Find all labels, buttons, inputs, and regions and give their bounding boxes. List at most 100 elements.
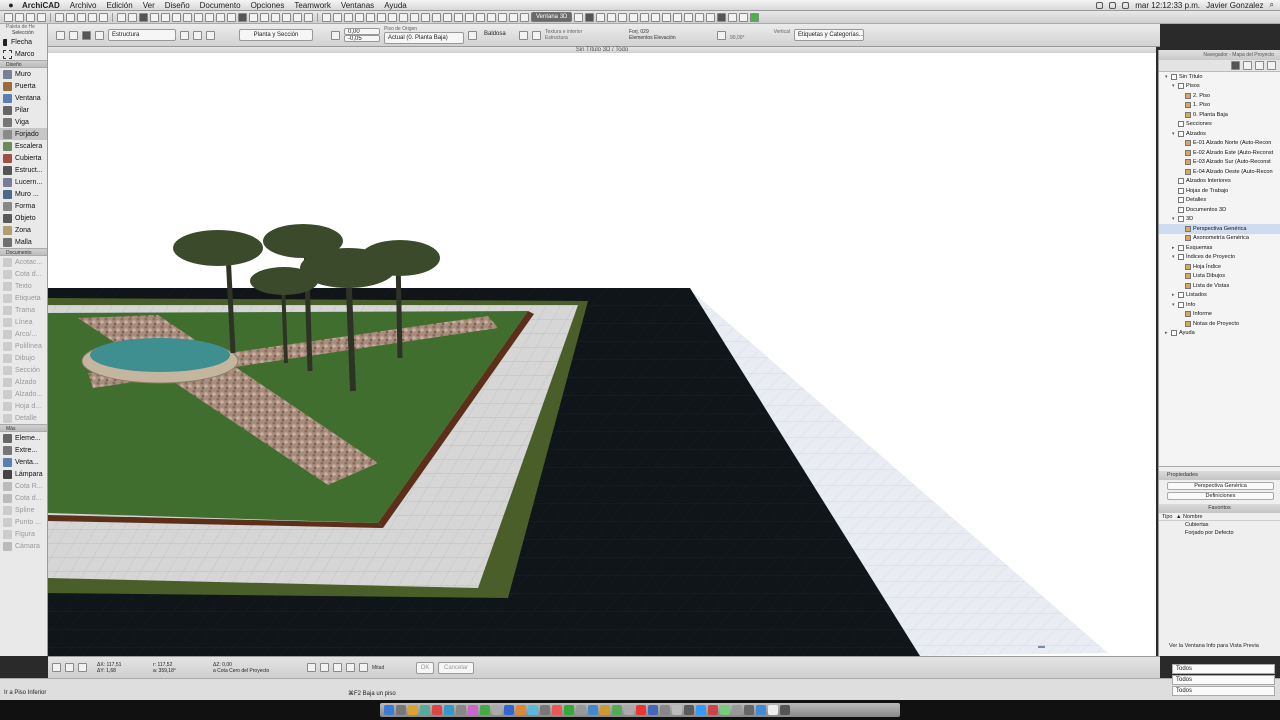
tree-item[interactable]: Lista de Vistas	[1159, 281, 1280, 291]
dock-app-icon[interactable]	[612, 705, 622, 715]
tree-item[interactable]: Lista Dibujos	[1159, 272, 1280, 282]
dock-app-icon[interactable]	[492, 705, 502, 715]
angle-icon[interactable]	[333, 663, 342, 672]
view-name-field[interactable]: Perspectiva Genérica	[1167, 482, 1274, 490]
stretch-icon[interactable]	[293, 12, 302, 22]
dock-app-icon[interactable]	[408, 705, 418, 715]
floor-plan-section-button[interactable]: Planta y Sección	[239, 29, 313, 41]
tool-eleme[interactable]: Eleme...	[0, 432, 47, 444]
tool-muro[interactable]: Muro ...	[0, 188, 47, 200]
shading-icon[interactable]	[574, 12, 584, 22]
fit-icon[interactable]	[366, 12, 375, 22]
tree-item[interactable]: ▸ Ayuda	[1159, 329, 1280, 339]
marquee-icon[interactable]	[150, 12, 159, 22]
menu-edicion[interactable]: Edición	[106, 1, 132, 10]
tool-etiqueta[interactable]: Etiqueta	[0, 292, 47, 304]
walk-icon[interactable]	[454, 12, 463, 22]
tool-dibujo[interactable]: Dibujo	[0, 352, 47, 364]
clock[interactable]: mar 12:12:33 p.m.	[1135, 1, 1200, 10]
definitions-button[interactable]: Definiciones	[1167, 492, 1274, 500]
tree-item[interactable]: ▾ Info	[1159, 300, 1280, 310]
cancel-button[interactable]: Cancelar	[438, 661, 474, 674]
layer-icon[interactable]	[183, 12, 192, 22]
tool-estruct[interactable]: Estruct...	[0, 164, 47, 176]
dock-app-icon[interactable]	[396, 705, 406, 715]
fly-icon[interactable]	[640, 12, 650, 22]
zoom-out-icon[interactable]	[355, 12, 364, 22]
fill-grid-icon[interactable]	[519, 30, 528, 40]
gravity-icon[interactable]	[227, 12, 236, 22]
find-icon[interactable]	[509, 12, 518, 22]
dock-app-icon[interactable]	[552, 705, 562, 715]
ok-button[interactable]: OK	[416, 661, 434, 674]
view-3d-button[interactable]: Ventana 3D	[531, 12, 573, 22]
menu-ver[interactable]: Ver	[143, 1, 155, 10]
dock-app-icon[interactable]	[672, 705, 682, 715]
tree-item[interactable]: ▾ 3D	[1159, 215, 1280, 225]
3d-scene[interactable]: ▬	[48, 53, 1156, 656]
tree-item[interactable]: 0. Planta Baja	[1159, 110, 1280, 120]
tool-acotac[interactable]: Acotac...	[0, 256, 47, 268]
filter-field[interactable]: Todos	[1172, 664, 1275, 674]
dock-app-icon[interactable]	[768, 705, 778, 715]
tree-item[interactable]: Documentos 3D	[1159, 205, 1280, 215]
filter-icon[interactable]	[662, 12, 672, 22]
properties-header[interactable]: Propiedades	[1159, 471, 1280, 480]
user-name[interactable]: Javier Gonzalez	[1206, 1, 1263, 10]
hidden-line-icon[interactable]	[596, 12, 606, 22]
look-icon[interactable]	[651, 12, 661, 22]
tree-item[interactable]: E-02 Alzado Este (Auto-Reconst	[1159, 148, 1280, 158]
mirror-icon[interactable]	[282, 12, 291, 22]
dock-app-icon[interactable]	[708, 705, 718, 715]
a-value[interactable]: a: 359,18°	[153, 668, 209, 674]
floor-down-icon[interactable]	[333, 12, 342, 22]
wifi-icon[interactable]	[1096, 1, 1104, 9]
globe-icon[interactable]	[465, 12, 474, 22]
favorite-item[interactable]: Forjado por Defecto	[1159, 529, 1280, 537]
snap-icon[interactable]	[65, 663, 74, 672]
lock-icon[interactable]	[172, 12, 181, 22]
dock-app-icon[interactable]	[588, 705, 598, 715]
tool-trama[interactable]: Trama	[0, 304, 47, 316]
grid-icon[interactable]	[78, 663, 87, 672]
tool-ventana[interactable]: Ventana	[0, 92, 47, 104]
tool-cubierta[interactable]: Cubierta	[0, 152, 47, 164]
dock-app-icon[interactable]	[696, 705, 706, 715]
thickness-field[interactable]: 0,00	[344, 28, 380, 35]
home-icon[interactable]	[520, 12, 529, 22]
movie-icon[interactable]	[728, 12, 738, 22]
cutaway-icon[interactable]	[618, 12, 628, 22]
group-icon[interactable]	[161, 12, 170, 22]
publish-icon[interactable]	[487, 12, 496, 22]
undo-icon[interactable]	[88, 12, 97, 22]
angle-value[interactable]: 90,00°	[730, 35, 790, 41]
menu-documento[interactable]: Documento	[200, 1, 241, 10]
distribute-icon[interactable]	[260, 12, 269, 22]
dock-app-icon[interactable]	[480, 705, 490, 715]
green-arrow-icon[interactable]	[750, 12, 760, 22]
tool-venta[interactable]: Venta...	[0, 456, 47, 468]
tool-cota-d[interactable]: Cota d...	[0, 492, 47, 504]
axis-icon[interactable]	[695, 12, 705, 22]
tool-polilínea[interactable]: Polilínea	[0, 340, 47, 352]
tool-texto[interactable]: Texto	[0, 280, 47, 292]
pen-icon[interactable]	[180, 30, 189, 40]
section-icon[interactable]	[399, 12, 408, 22]
explore-icon[interactable]	[629, 12, 639, 22]
tree-item[interactable]: ▾ Índices de Proyecto	[1159, 253, 1280, 263]
dock-app-icon[interactable]	[432, 705, 442, 715]
print-icon[interactable]	[37, 12, 46, 22]
tool-cota-d[interactable]: Cota d...	[0, 268, 47, 280]
rect-icon[interactable]	[69, 30, 78, 40]
dy-value[interactable]: ΔY: 1,68	[97, 668, 149, 674]
save-icon[interactable]	[26, 12, 35, 22]
dock-app-icon[interactable]	[636, 705, 646, 715]
tool-detalle[interactable]: Detalle	[0, 412, 47, 424]
dock-app-icon[interactable]	[756, 705, 766, 715]
menu-ventanas[interactable]: Ventanas	[341, 1, 374, 10]
dock-app-icon[interactable]	[564, 705, 574, 715]
midpoint-label[interactable]: Mitad	[372, 665, 412, 671]
tree-item[interactable]: Hojas de Trabajo	[1159, 186, 1280, 196]
battery-icon[interactable]	[1122, 1, 1130, 9]
tool-punto[interactable]: Punto ...	[0, 516, 47, 528]
